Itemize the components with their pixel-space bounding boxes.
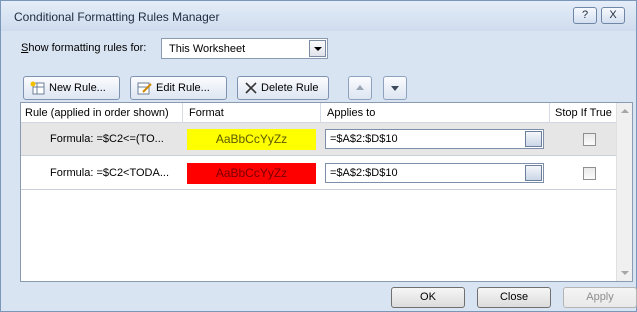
- ok-button[interactable]: OK: [391, 287, 465, 308]
- rule-row[interactable]: Formula: =$C2<=(TO... AaBbCcYyZz =$A$2:$…: [21, 123, 617, 156]
- show-rules-label: Show formatting rules for:: [21, 42, 147, 54]
- range-select-icon[interactable]: [525, 165, 542, 181]
- vertical-scrollbar[interactable]: [616, 103, 632, 281]
- column-separator: [320, 103, 321, 123]
- format-preview-red: AaBbCcYyZz: [187, 163, 316, 184]
- scroll-up-icon[interactable]: [621, 109, 629, 113]
- applies-to-value: =$A$2:$D$10: [330, 133, 398, 145]
- close-button[interactable]: Close: [477, 287, 551, 308]
- edit-rule-button[interactable]: Edit Rule...: [130, 76, 227, 100]
- range-select-icon[interactable]: [525, 131, 542, 147]
- move-down-button[interactable]: [383, 76, 407, 100]
- delete-x-icon: [245, 82, 257, 94]
- edit-rule-label: Edit Rule...: [156, 82, 210, 94]
- delete-rule-button[interactable]: Delete Rule: [237, 76, 329, 100]
- help-button[interactable]: ?: [573, 7, 597, 24]
- show-rules-label-rest: how formatting rules for:: [28, 42, 147, 54]
- dropdown-arrow-icon[interactable]: [309, 40, 326, 57]
- column-header-applies-to: Applies to: [327, 107, 376, 119]
- new-rule-button[interactable]: New Rule...: [23, 76, 120, 100]
- column-header-format: Format: [189, 107, 224, 119]
- rule-row[interactable]: Formula: =$C2<TODA... AaBbCcYyZz =$A$2:$…: [21, 157, 617, 190]
- applies-to-value: =$A$2:$D$10: [330, 167, 398, 179]
- rules-table-header: Rule (applied in order shown) Format App…: [21, 103, 617, 123]
- rules-table: Rule (applied in order shown) Format App…: [20, 102, 633, 282]
- stop-if-true-checkbox[interactable]: [583, 167, 596, 180]
- show-rules-dropdown[interactable]: This Worksheet: [161, 38, 328, 59]
- format-preview-yellow: AaBbCcYyZz: [187, 129, 316, 150]
- applies-to-field[interactable]: =$A$2:$D$10: [325, 163, 544, 183]
- scroll-down-icon[interactable]: [621, 271, 629, 275]
- delete-rule-label: Delete Rule: [261, 82, 319, 94]
- rule-text: Formula: =$C2<=(TO...: [50, 133, 164, 145]
- stop-if-true-checkbox[interactable]: [583, 133, 596, 146]
- triangle-up-icon: [356, 85, 364, 90]
- show-rules-selected-value: This Worksheet: [169, 43, 246, 55]
- move-up-button[interactable]: [348, 76, 372, 100]
- close-window-button[interactable]: X: [601, 7, 625, 24]
- column-header-stop-if-true: Stop If True: [555, 107, 612, 119]
- dialog-title: Conditional Formatting Rules Manager: [14, 10, 220, 24]
- applies-to-field[interactable]: =$A$2:$D$10: [325, 129, 544, 149]
- title-bar: Conditional Formatting Rules Manager ? X: [1, 1, 636, 31]
- new-rule-icon: [30, 81, 45, 95]
- column-separator: [549, 103, 550, 123]
- rule-text: Formula: =$C2<TODA...: [50, 167, 170, 179]
- column-header-rule: Rule (applied in order shown): [25, 107, 169, 119]
- triangle-down-icon: [391, 86, 399, 91]
- new-rule-label: New Rule...: [49, 82, 106, 94]
- conditional-formatting-dialog: Conditional Formatting Rules Manager ? X…: [0, 0, 637, 312]
- column-separator: [182, 103, 183, 123]
- apply-button[interactable]: Apply: [563, 287, 637, 308]
- edit-rule-icon: [137, 82, 152, 95]
